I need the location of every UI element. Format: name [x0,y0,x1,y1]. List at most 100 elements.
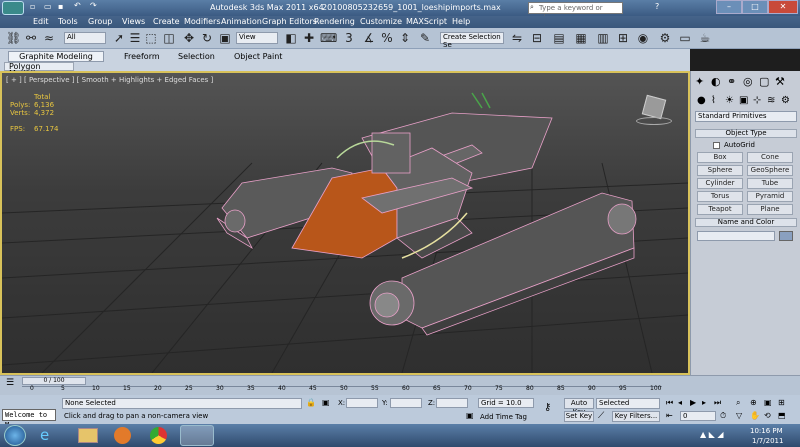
lock-selection-icon[interactable]: 🔒 [306,398,316,407]
tube-button[interactable]: Tube [747,178,793,189]
cylinder-button[interactable]: Cylinder [697,178,743,189]
torus-button[interactable]: Torus [697,191,743,202]
hierarchy-tab-icon[interactable]: ⚭ [727,75,736,88]
modify-tab-icon[interactable]: ◐ [711,75,721,88]
start-button[interactable] [4,425,26,446]
redo-icon[interactable]: ↷ [90,1,97,10]
lights-icon[interactable]: ☀ [725,95,734,106]
3ds-max-taskbar-icon[interactable] [180,425,214,446]
viewcube-icon[interactable] [634,93,674,127]
menu-create[interactable]: Create [153,17,180,26]
selection-filter-dropdown[interactable]: All [64,32,106,44]
undo-icon[interactable]: ↶ [74,1,81,10]
app-logo-icon[interactable] [2,1,24,15]
autogrid-checkbox[interactable] [713,142,720,149]
minimize-button[interactable]: – [716,0,742,14]
menu-tools[interactable]: Tools [58,17,78,26]
tray-icons[interactable]: ▲ ◣ ◢ [700,430,724,439]
menu-group[interactable]: Group [88,17,112,26]
render-production-icon[interactable]: ☕ [698,31,712,45]
edit-named-selection-icon[interactable]: ✎ [418,31,432,45]
key-icon[interactable]: ⚷ [544,402,551,413]
auto-key-button[interactable]: Auto Key [564,398,594,416]
spinner-snap-icon[interactable]: ⇕ [398,31,412,45]
curve-editor-icon[interactable]: ▥ [596,31,610,45]
select-move-icon[interactable]: ✥ [182,31,196,45]
utilities-tab-icon[interactable]: ⚒ [775,75,785,88]
align-icon[interactable]: ⊟ [530,31,544,45]
current-frame-field[interactable]: 0 [680,411,716,421]
go-to-end-icon[interactable]: ⏭ [714,398,721,408]
menu-modifiers[interactable]: Modifiers [184,17,221,26]
create-tab-icon[interactable]: ✦ [695,75,704,88]
chrome-icon[interactable] [150,427,167,444]
close-button[interactable]: ✕ [768,0,798,14]
plane-button[interactable]: Plane [747,204,793,215]
time-tag-icon[interactable]: ▣ [466,411,474,420]
absolute-mode-icon[interactable]: ▣ [322,398,330,407]
time-config-icon[interactable]: ⏱ [720,411,726,421]
next-frame-icon[interactable]: ▸ [702,398,706,407]
rectangular-selection-icon[interactable]: ⬚ [144,31,158,45]
previous-frame-icon[interactable]: ◂ [678,398,682,407]
teapot-button[interactable]: Teapot [697,204,743,215]
search-input[interactable]: Type a keyword or phrase [528,2,623,22]
sphere-button[interactable]: Sphere [697,165,743,176]
zoom-all-icon[interactable]: ⊕ [750,398,757,407]
help-icon[interactable]: ? [655,2,659,11]
tab-object-paint[interactable]: Object Paint [234,52,282,61]
render-setup-icon[interactable]: ⚙ [658,31,672,45]
quick-access-save-icon[interactable]: ▪ [58,2,63,11]
window-crossing-icon[interactable]: ◫ [162,31,176,45]
quick-access-open-icon[interactable]: ▭ [44,2,52,11]
systems-icon[interactable]: ⚙ [781,95,790,106]
menu-help[interactable]: Help [452,17,470,26]
play-icon[interactable]: ▶ [690,398,696,407]
file-explorer-icon[interactable] [78,428,98,443]
go-to-start-icon[interactable]: ⏮ [666,398,673,408]
named-selection-set-dropdown[interactable]: Create Selection Se [440,32,504,49]
select-object-icon[interactable]: ➚ [112,31,126,45]
orbit-icon[interactable]: ⟲ [764,411,771,420]
helpers-icon[interactable]: ⊹ [753,95,761,106]
menu-views[interactable]: Views [122,17,145,26]
percent-snap-icon[interactable]: % [380,31,394,45]
clock-date[interactable]: 1/7/2011 [752,437,783,445]
menu-rendering[interactable]: Rendering [314,17,355,26]
shapes-icon[interactable]: ⌇ [711,95,716,106]
pyramid-button[interactable]: Pyramid [747,191,793,202]
add-time-tag[interactable]: Add Time Tag [480,413,527,421]
pan-icon[interactable]: ✋ [750,411,760,420]
maxscript-listener[interactable]: Welcome to M [2,409,56,429]
set-key-button[interactable]: Set Key [564,411,594,422]
motion-tab-icon[interactable]: ◎ [743,75,753,88]
mirror-icon[interactable]: ⇋ [510,31,524,45]
select-rotate-icon[interactable]: ↻ [200,31,214,45]
menu-edit[interactable]: Edit [33,17,49,26]
z-coordinate-field[interactable] [436,398,468,408]
maximize-button[interactable]: □ [742,0,768,14]
media-player-icon[interactable] [114,427,131,444]
time-slider[interactable]: 0 / 100 [22,377,86,385]
display-tab-icon[interactable]: ▢ [759,75,769,88]
clock-time[interactable]: 10:16 PM [750,427,783,435]
select-manipulate-icon[interactable]: ✚ [302,31,316,45]
tab-graphite-modeling-tools[interactable]: Graphite Modeling Tools [8,51,104,70]
quick-access-new-icon[interactable]: ▫ [30,2,35,11]
key-filters-icon[interactable]: ⟋ [598,411,604,421]
perspective-viewport[interactable]: [ + ] [ Perspective ] [ Smooth + Highlig… [0,71,690,375]
link-icon[interactable]: ⛓ [6,31,21,45]
object-name-input[interactable] [697,231,775,241]
y-coordinate-field[interactable] [390,398,422,408]
primitive-type-dropdown[interactable]: Standard Primitives [695,111,797,122]
layer-manager-icon[interactable]: ▤ [552,31,566,45]
select-by-name-icon[interactable]: ☰ [128,31,142,45]
cameras-icon[interactable]: ▣ [739,95,748,106]
key-filters-button[interactable]: Key Filters... [612,411,660,422]
internet-explorer-icon[interactable]: e [40,427,58,444]
object-color-swatch[interactable] [779,231,793,241]
menu-maxscript[interactable]: MAXScript [406,17,447,26]
zoom-extents-icon[interactable]: ▣ [764,398,772,407]
snaps-toggle-icon[interactable]: 3 [342,31,356,45]
zoom-icon[interactable]: ⌕ [736,398,740,408]
